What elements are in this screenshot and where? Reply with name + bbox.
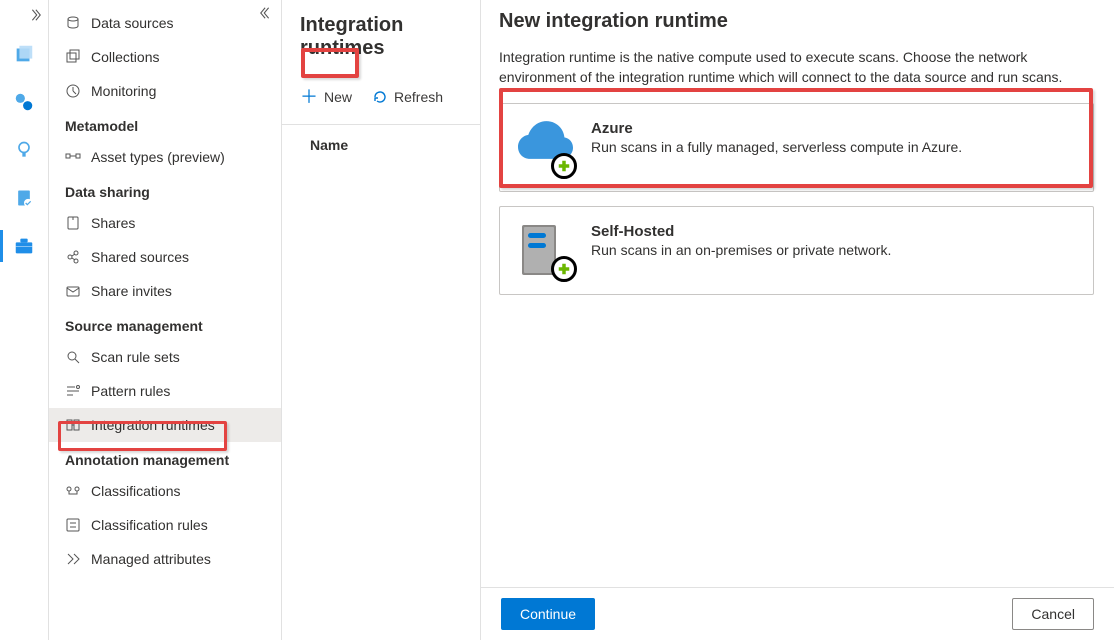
continue-button[interactable]: Continue [501,598,595,630]
nav-classification-rules[interactable]: Classification rules [49,508,281,542]
card-title: Azure [591,120,962,137]
nav-item-label: Classification rules [91,517,208,533]
page-title: New integration runtime [499,10,1094,33]
rail-data-catalog-icon[interactable] [0,30,48,78]
rail-policies-icon[interactable] [0,174,48,222]
nav-item-label: Share invites [91,283,172,299]
main-pane: New integration runtime Integration runt… [481,0,1114,640]
nav-section-sourcemgmt: Source management [49,308,281,340]
toolbar: ＋ New Refresh [282,76,480,118]
nav-section-datasharing: Data sharing [49,174,281,206]
new-button-label: New [324,89,352,105]
nav-item-label: Integration runtimes [91,417,215,433]
column-header-name: Name [282,124,480,161]
panel-title: Integration runtimes [300,14,462,60]
rail-insights-icon[interactable] [0,126,48,174]
collections-icon [65,49,81,65]
nav-managed-attributes[interactable]: Managed attributes [49,542,281,576]
shared-sources-icon [65,249,81,265]
nav-item-label: Monitoring [91,83,156,99]
refresh-button-label: Refresh [394,89,443,105]
nav-share-invites[interactable]: Share invites [49,274,281,308]
rail-management-icon[interactable] [0,222,48,270]
nav-shares[interactable]: Shares [49,206,281,240]
page-description: Integration runtime is the native comput… [499,47,1094,87]
rules-icon [65,517,81,533]
nav-integration-runtimes[interactable]: Integration runtimes [49,408,281,442]
nav-item-label: Scan rule sets [91,349,180,365]
option-card-azure[interactable]: Azure Run scans in a fully managed, serv… [499,103,1094,192]
nav-item-label: Pattern rules [91,383,170,399]
share-icon [65,215,81,231]
classification-icon [65,483,81,499]
plus-icon: ＋ [300,88,318,106]
refresh-button[interactable]: Refresh [364,82,451,112]
collapse-nav-button[interactable] [259,6,273,20]
nav-item-label: Managed attributes [91,551,211,567]
nav-item-label: Classifications [91,483,180,499]
nav-item-label: Asset types (preview) [91,149,225,165]
integration-badge-icon [551,256,577,282]
nav-item-label: Collections [91,49,159,65]
database-icon [65,15,81,31]
scan-icon [65,349,81,365]
nav-scan-rule-sets[interactable]: Scan rule sets [49,340,281,374]
nav-item-label: Shared sources [91,249,189,265]
nav-classifications[interactable]: Classifications [49,474,281,508]
nav-section-annotation: Annotation management [49,442,281,474]
card-subtitle: Run scans in a fully managed, serverless… [591,139,962,155]
runtime-icon [65,417,81,433]
expand-rail-button[interactable] [0,8,48,30]
refresh-icon [372,89,388,105]
nav-item-label: Shares [91,215,135,231]
nav-data-sources[interactable]: Data sources [49,6,281,40]
asset-icon [65,149,81,165]
nav-collections[interactable]: Collections [49,40,281,74]
integration-badge-icon [551,153,577,179]
option-card-self-hosted[interactable]: Self-Hosted Run scans in an on-premises … [499,206,1094,295]
server-icon [518,223,573,278]
card-subtitle: Run scans in an on-premises or private n… [591,242,891,258]
monitoring-icon [65,83,81,99]
footer: Continue Cancel [481,587,1114,640]
icon-rail [0,0,49,640]
card-title: Self-Hosted [591,223,891,240]
nav-item-label: Data sources [91,15,173,31]
pattern-icon [65,383,81,399]
nav-pattern-rules[interactable]: Pattern rules [49,374,281,408]
rail-data-map-icon[interactable] [0,78,48,126]
nav-monitoring[interactable]: Monitoring [49,74,281,108]
cancel-button[interactable]: Cancel [1012,598,1094,630]
nav-panel: Data sources Collections Monitoring Meta… [49,0,282,640]
invite-icon [65,283,81,299]
integration-runtimes-panel: Integration runtimes ＋ New Refresh Name [282,0,481,640]
cloud-icon [518,120,573,175]
nav-shared-sources[interactable]: Shared sources [49,240,281,274]
new-button[interactable]: ＋ New [292,82,360,112]
nav-section-metamodel: Metamodel [49,108,281,140]
nav-asset-types[interactable]: Asset types (preview) [49,140,281,174]
attributes-icon [65,551,81,567]
